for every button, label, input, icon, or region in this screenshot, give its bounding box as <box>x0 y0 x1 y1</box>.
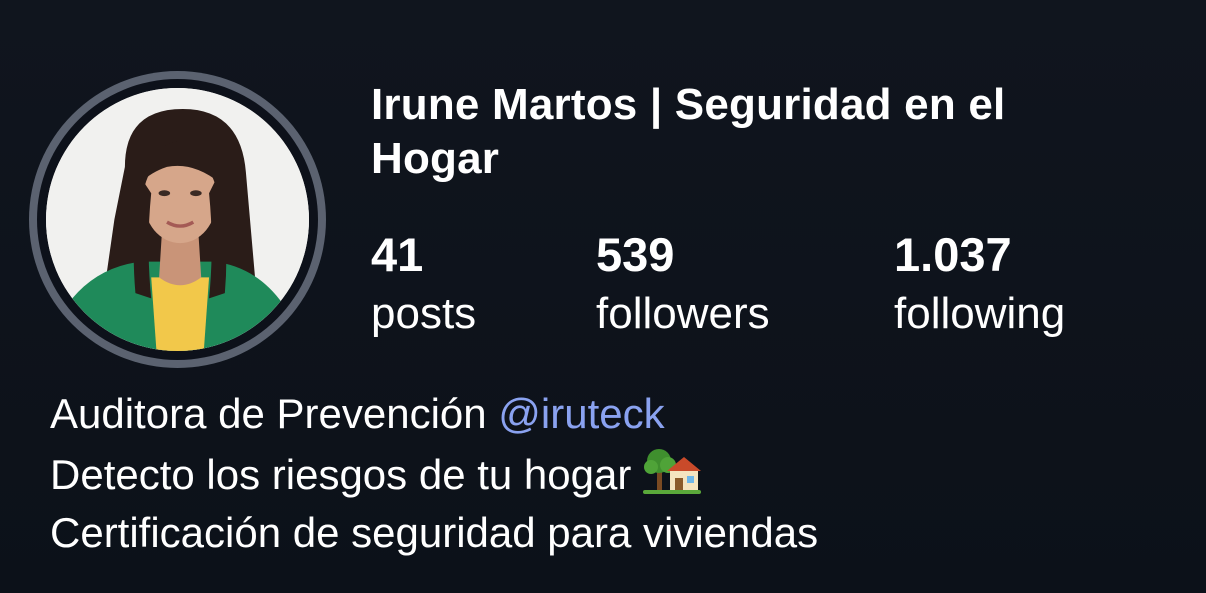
posts-count: 41 <box>371 228 424 281</box>
house-with-garden-icon <box>641 443 703 495</box>
bio-line-2: Detecto los riesgos de tu hogar <box>50 443 818 504</box>
followers-count: 539 <box>596 228 675 281</box>
bio-line-1: Auditora de Prevención @iruteck <box>50 385 818 443</box>
following-label: following <box>894 289 1066 338</box>
stat-following[interactable]: 1.037 following <box>894 226 1065 344</box>
stat-posts[interactable]: 41 posts <box>371 226 476 344</box>
profile-bio: Auditora de Prevención @iruteck Detecto … <box>50 385 818 562</box>
bio-line-1-text: Auditora de Prevención <box>50 390 499 437</box>
stat-followers[interactable]: 539 followers <box>596 226 770 344</box>
profile-avatar[interactable] <box>29 71 326 368</box>
bio-line-3: Certificación de seguridad para vivienda… <box>50 509 819 556</box>
bio-mention-link[interactable]: @iruteck <box>498 390 664 437</box>
avatar-photo <box>46 88 309 351</box>
profile-name: Irune Martos | Seguridad en el Hogar <box>371 80 1006 183</box>
profile-header: Irune Martos | Seguridad en el Hogar 41 … <box>0 0 1206 593</box>
followers-label: followers <box>596 289 770 338</box>
bio-line-2-text: Detecto los riesgos de tu hogar <box>50 451 632 498</box>
posts-label: posts <box>371 289 477 338</box>
person-photo-icon <box>46 88 309 351</box>
following-count: 1.037 <box>894 228 1012 281</box>
avatar-gap <box>37 79 318 360</box>
